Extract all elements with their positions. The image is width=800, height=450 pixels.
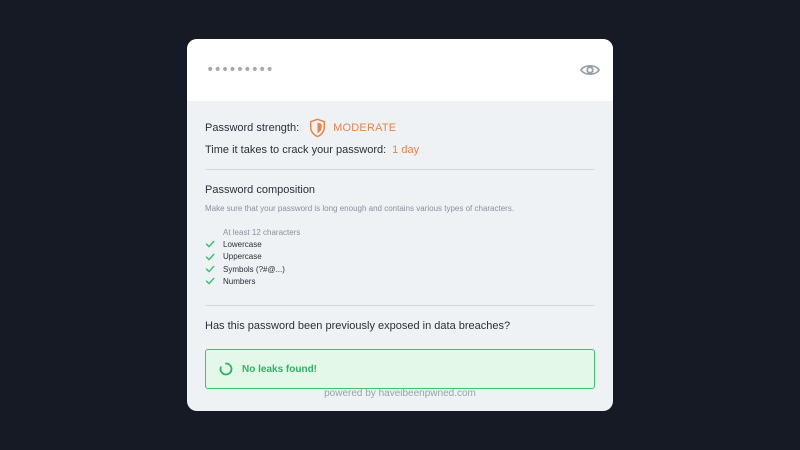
requirement-numbers: Numbers — [205, 275, 595, 287]
divider — [205, 305, 595, 307]
requirement-label: Symbols (?#@...) — [223, 264, 285, 274]
spinner-icon — [219, 363, 233, 376]
strength-value: MODERATE — [333, 122, 397, 134]
composition-description: Make sure that your password is long eno… — [205, 204, 515, 213]
requirement-lowercase: Lowercase — [205, 238, 595, 250]
divider — [205, 169, 595, 170]
check-icon — [205, 241, 215, 248]
crack-time-label: Time it takes to crack your password: — [205, 144, 387, 156]
strength-row: Password strength: MODERATE — [205, 118, 595, 138]
results-panel: Password strength: MODERATE Time it take… — [187, 118, 613, 390]
shield-icon — [310, 118, 326, 138]
crack-time-value: 1 day — [392, 144, 420, 156]
password-checker-card: Password strength: MODERATE Time it take… — [187, 39, 613, 411]
requirement-label: Uppercase — [223, 252, 262, 262]
strength-label: Password strength: — [205, 122, 300, 134]
breach-result-box: No leaks found! — [205, 349, 595, 390]
breach-question: Has this password been previously expose… — [205, 320, 511, 333]
requirement-length: At least 12 characters — [205, 226, 595, 238]
requirement-uppercase: Uppercase — [205, 251, 595, 263]
password-bar — [187, 39, 613, 101]
requirement-label: Lowercase — [223, 239, 262, 249]
requirement-label: Numbers — [223, 276, 256, 286]
requirements-list: At least 12 characters Lowercase Upperca… — [205, 226, 595, 287]
breach-result-text: No leaks found! — [242, 363, 318, 375]
eye-icon — [580, 64, 600, 76]
powered-by: powered by haveibeenpwned.com — [324, 388, 476, 399]
crack-time-row: Time it takes to crack your password: 1 … — [205, 141, 595, 159]
check-icon — [205, 277, 215, 285]
requirement-label: At least 12 characters — [223, 227, 301, 237]
requirement-symbols: Symbols (?#@...) — [205, 263, 595, 275]
check-icon — [205, 265, 215, 273]
password-input[interactable] — [206, 55, 506, 85]
show-password-button[interactable] — [577, 57, 603, 83]
composition-title: Password composition — [205, 184, 316, 196]
check-icon — [205, 253, 215, 261]
